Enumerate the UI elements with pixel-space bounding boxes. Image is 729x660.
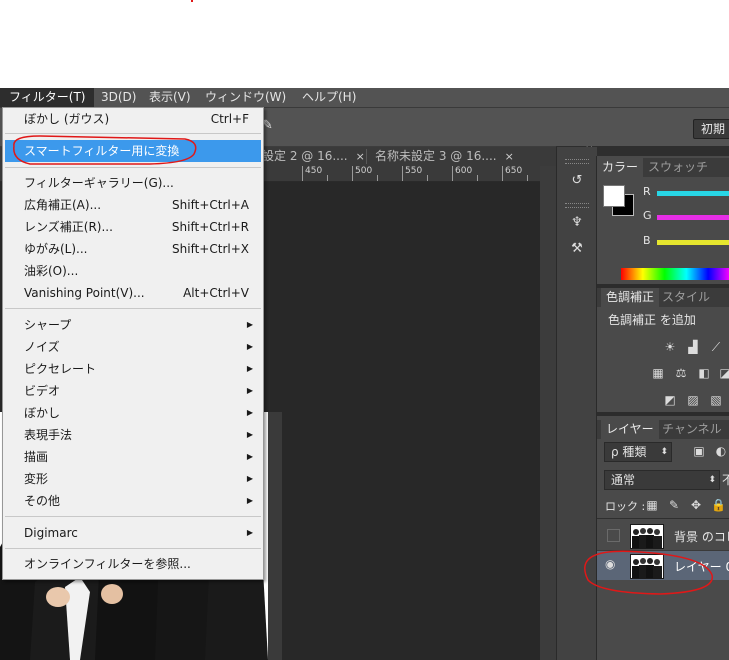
annotation-circle-menu-item [13,135,197,165]
red-annotation-overlay [13,135,713,595]
annotation-circle-layer [584,550,713,595]
